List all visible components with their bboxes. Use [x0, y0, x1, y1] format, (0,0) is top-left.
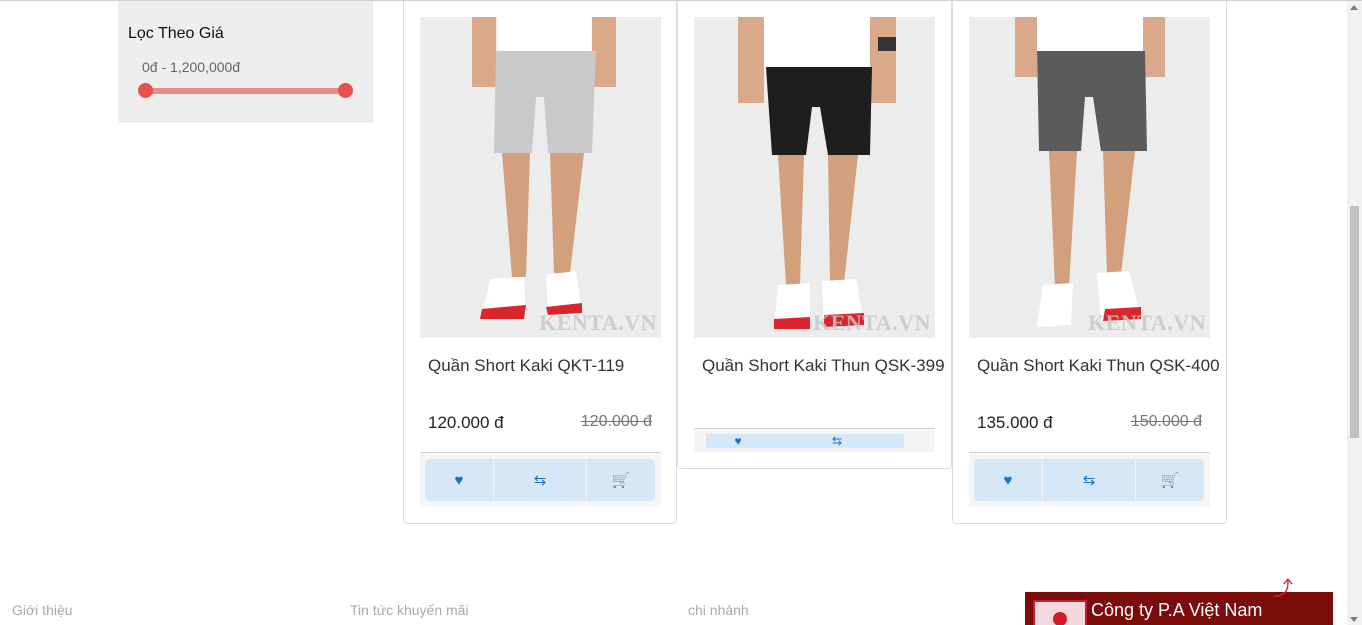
product-image[interactable]: KENTA.VN: [694, 17, 935, 338]
company-logo: [1033, 600, 1087, 625]
product-price: 135.000 đ: [977, 413, 1053, 432]
compare-button[interactable]: ⇆: [1043, 459, 1135, 501]
heart-icon: ♥: [734, 434, 742, 448]
facebook-page-title[interactable]: Công ty P.A Việt Nam: [1091, 600, 1262, 621]
scrollbar[interactable]: [1347, 1, 1362, 625]
wishlist-button[interactable]: ♥: [706, 434, 770, 448]
add-to-cart-button[interactable]: 🛒: [587, 459, 655, 501]
heart-icon: ♥: [1003, 471, 1013, 489]
scrollbar-thumb[interactable]: [1350, 206, 1359, 438]
heart-icon: ♥: [454, 471, 464, 489]
cart-icon: 🛒: [1160, 472, 1180, 489]
product-old-price: 120.000 đ: [580, 413, 652, 430]
compare-button[interactable]: ⇆: [770, 434, 904, 448]
product-old-price: 150.000 đ: [1130, 413, 1202, 430]
product-price: 120.000 đ: [428, 413, 504, 432]
wishlist-button[interactable]: ♥: [425, 459, 493, 501]
scroll-down-arrow-icon[interactable]: [1350, 617, 1358, 622]
product-watermark: KENTA.VN: [1088, 310, 1206, 335]
filter-range-text: 0đ - 1,200,000đ: [142, 59, 241, 75]
product-watermark: KENTA.VN: [813, 310, 931, 335]
footer-link-about[interactable]: Giới thiệu: [12, 602, 73, 618]
back-to-top-icon[interactable]: ⤴: [1273, 572, 1293, 602]
product-image[interactable]: KENTA.VN: [420, 17, 661, 338]
compare-icon: ⇆: [1082, 472, 1096, 489]
compare-button[interactable]: ⇆: [494, 459, 586, 501]
product-name[interactable]: Quần Short Kaki QKT-119: [428, 356, 668, 376]
compare-icon: ⇆: [533, 472, 547, 489]
compare-icon: ⇆: [831, 434, 843, 448]
product-name[interactable]: Quần Short Kaki Thun QSK-400: [977, 356, 1220, 376]
footer-link-branches[interactable]: chi nhánh: [688, 602, 749, 618]
product-card[interactable]: KENTA.VN Quần Short Kaki Thun QSK-400 13…: [952, 1, 1227, 524]
wishlist-button[interactable]: ♥: [974, 459, 1042, 501]
product-actions: ♥ ⇆: [694, 428, 935, 452]
price-slider-min-handle[interactable]: [138, 83, 153, 98]
price-slider-track[interactable]: [145, 88, 345, 94]
product-name[interactable]: Quần Short Kaki Thun QSK-399: [702, 356, 945, 376]
price-filter: Lọc Theo Giá 0đ - 1,200,000đ: [118, 1, 373, 123]
product-actions: ♥ ⇆ 🛒: [969, 453, 1210, 507]
scroll-up-arrow-icon[interactable]: [1350, 5, 1358, 10]
product-actions: ♥ ⇆ 🛒: [420, 453, 661, 507]
product-card[interactable]: KENTA.VN Quần Short Kaki Thun QSK-399 ♥ …: [677, 1, 952, 469]
cart-icon: 🛒: [611, 472, 631, 489]
filter-title: Lọc Theo Giá: [128, 25, 224, 42]
product-watermark: KENTA.VN: [539, 310, 657, 335]
product-image[interactable]: KENTA.VN: [969, 17, 1210, 338]
add-to-cart-button[interactable]: 🛒: [1136, 459, 1204, 501]
footer-link-promotions[interactable]: Tin tức khuyến mãi: [350, 602, 469, 618]
page: Lọc Theo Giá 0đ - 1,200,000đ KENTA.VN Qu…: [0, 0, 1362, 625]
price-slider-max-handle[interactable]: [338, 83, 353, 98]
product-card[interactable]: KENTA.VN Quần Short Kaki QKT-119 120.000…: [403, 1, 677, 524]
